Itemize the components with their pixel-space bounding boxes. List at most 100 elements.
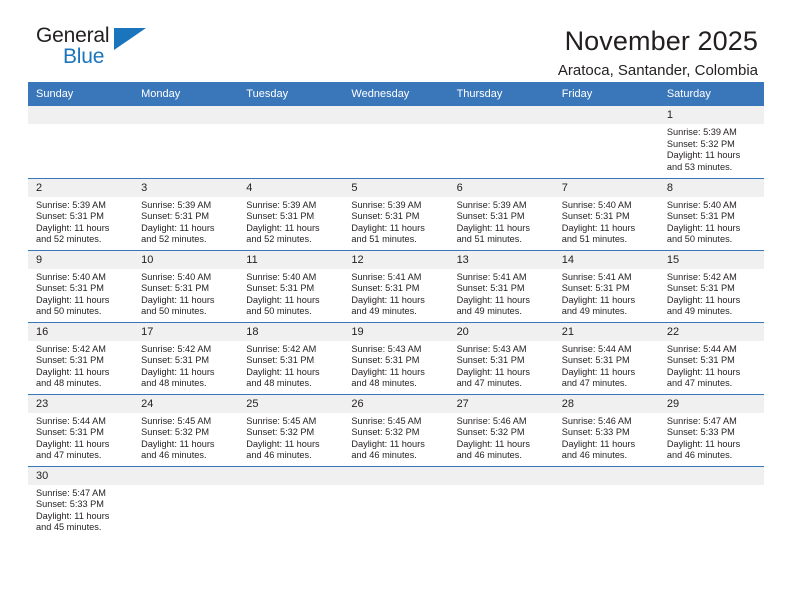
day-number: 21 [553, 322, 659, 341]
day-details: Sunrise: 5:45 AM Sunset: 5:32 PM Daylight:… [238, 413, 343, 462]
daylight-text-line1: Daylight: 11 hours [36, 438, 110, 449]
calendar-day-cell-empty [343, 106, 449, 178]
calendar-day-cell[interactable]: 7 Sunrise: 5:40 AM Sunset: 5:31 PM Daylight… [553, 177, 659, 250]
sunset-text: Sunset: 5:31 PM [141, 283, 210, 294]
daylight-text-line2: and 49 minutes. [351, 306, 417, 317]
day-number [133, 466, 239, 485]
calendar-day-cell[interactable]: 12 Sunrise: 5:41 AM Sunset: 5:31 PM Dayligh… [343, 249, 449, 322]
sunrise-text: Sunrise: 5:42 AM [246, 343, 317, 354]
calendar-day-cell[interactable]: 21 Sunrise: 5:44 AM Sunset: 5:31 PM Dayligh… [553, 321, 659, 394]
calendar-day-cell[interactable]: 20 Sunrise: 5:43 AM Sunset: 5:31 PM Dayligh… [448, 321, 554, 394]
sunset-text: Sunset: 5:32 PM [141, 427, 210, 438]
sunset-text: Sunset: 5:31 PM [456, 211, 525, 222]
sunrise-text: Sunrise: 5:43 AM [351, 343, 422, 354]
day-number [658, 466, 764, 485]
day-details: Sunrise: 5:39 AM Sunset: 5:31 PM Daylight:… [343, 197, 448, 246]
day-details: Sunrise: 5:40 AM Sunset: 5:31 PM Daylight:… [238, 269, 343, 318]
calendar-day-cell[interactable]: 18 Sunrise: 5:42 AM Sunset: 5:31 PM Dayligh… [238, 321, 344, 394]
calendar-day-cell[interactable]: 28 Sunrise: 5:46 AM Sunset: 5:33 PM Dayligh… [553, 393, 659, 466]
day-number: 4 [238, 178, 344, 197]
calendar-day-cell[interactable]: 5 Sunrise: 5:39 AM Sunset: 5:31 PM Daylight… [343, 177, 449, 250]
calendar-day-cell[interactable]: 11 Sunrise: 5:40 AM Sunset: 5:31 PM Dayligh… [238, 249, 344, 322]
daylight-text-line1: Daylight: 11 hours [666, 222, 741, 233]
daylight-text-line2: and 50 minutes. [141, 306, 207, 317]
sunrise-text: Sunrise: 5:39 AM [351, 199, 422, 210]
day-details: Sunrise: 5:39 AM Sunset: 5:31 PM Daylight:… [238, 197, 343, 246]
calendar-day-cell[interactable]: 27 Sunrise: 5:46 AM Sunset: 5:32 PM Dayligh… [448, 393, 554, 466]
day-details: Sunrise: 5:40 AM Sunset: 5:31 PM Daylight:… [554, 197, 659, 246]
day-details: Sunrise: 5:44 AM Sunset: 5:31 PM Daylight:… [659, 341, 764, 390]
weekday-header-friday: Friday [553, 82, 659, 106]
daylight-text-line2: and 49 minutes. [666, 306, 733, 317]
day-details: Sunrise: 5:39 AM Sunset: 5:31 PM Daylight:… [28, 197, 133, 246]
daylight-text-line2: and 53 minutes. [666, 161, 733, 172]
calendar-week-row: 1 Sunrise: 5:39 AM Sunset: 5:32 PM Daylight… [28, 106, 764, 178]
calendar-day-cell[interactable]: 4 Sunrise: 5:39 AM Sunset: 5:31 PM Daylight… [238, 177, 344, 250]
sunset-text: Sunset: 5:31 PM [36, 211, 104, 222]
title-block: November 2025 Aratoca, Santander, Colomb… [558, 24, 764, 82]
sunrise-text: Sunrise: 5:40 AM [246, 271, 317, 282]
sunset-text: Sunset: 5:32 PM [456, 427, 525, 438]
calendar-day-cell[interactable]: 15 Sunrise: 5:42 AM Sunset: 5:31 PM Dayligh… [658, 249, 764, 322]
day-number [553, 106, 659, 124]
calendar-day-cell[interactable]: 26 Sunrise: 5:45 AM Sunset: 5:32 PM Dayligh… [343, 393, 449, 466]
calendar-day-cell[interactable]: 10 Sunrise: 5:40 AM Sunset: 5:31 PM Dayligh… [133, 249, 239, 322]
calendar-day-cell[interactable]: 1 Sunrise: 5:39 AM Sunset: 5:32 PM Daylight… [658, 106, 764, 178]
calendar-day-cell[interactable]: 25 Sunrise: 5:45 AM Sunset: 5:32 PM Dayligh… [238, 393, 344, 466]
calendar-day-cell[interactable]: 8 Sunrise: 5:40 AM Sunset: 5:31 PM Daylight… [658, 177, 764, 250]
weekday-header-wednesday: Wednesday [343, 82, 449, 106]
day-number: 10 [133, 250, 239, 269]
daylight-text-line1: Daylight: 11 hours [561, 222, 636, 233]
sunset-text: Sunset: 5:31 PM [246, 211, 315, 222]
calendar-day-cell-empty [28, 106, 134, 178]
day-details: Sunrise: 5:41 AM Sunset: 5:31 PM Daylight:… [449, 269, 554, 318]
day-details: Sunrise: 5:44 AM Sunset: 5:31 PM Daylight:… [554, 341, 659, 390]
day-number: 7 [553, 178, 659, 197]
day-number [133, 106, 239, 124]
daylight-text-line1: Daylight: 11 hours [561, 294, 636, 305]
calendar-day-cell[interactable]: 9 Sunrise: 5:40 AM Sunset: 5:31 PM Daylight… [28, 249, 134, 322]
day-number: 18 [238, 322, 344, 341]
sunrise-text: Sunrise: 5:40 AM [666, 199, 737, 210]
daylight-text-line2: and 52 minutes. [141, 234, 207, 245]
calendar-day-cell[interactable]: 29 Sunrise: 5:47 AM Sunset: 5:33 PM Dayligh… [658, 393, 764, 466]
day-details: Sunrise: 5:41 AM Sunset: 5:31 PM Daylight:… [554, 269, 659, 318]
day-details: Sunrise: 5:42 AM Sunset: 5:31 PM Daylight:… [659, 269, 764, 318]
daylight-text-line2: and 46 minutes. [351, 450, 417, 461]
calendar-day-cell[interactable]: 24 Sunrise: 5:45 AM Sunset: 5:32 PM Dayligh… [133, 393, 239, 466]
daylight-text-line1: Daylight: 11 hours [561, 438, 636, 449]
sunrise-text: Sunrise: 5:44 AM [666, 343, 737, 354]
day-number [28, 106, 134, 124]
calendar-day-cell[interactable]: 14 Sunrise: 5:41 AM Sunset: 5:31 PM Dayligh… [553, 249, 659, 322]
calendar-day-cell-empty [553, 465, 659, 538]
sunset-text: Sunset: 5:31 PM [561, 211, 630, 222]
daylight-text-line1: Daylight: 11 hours [246, 438, 320, 449]
daylight-text-line2: and 47 minutes. [36, 450, 102, 461]
daylight-text-line2: and 45 minutes. [36, 522, 102, 533]
calendar-day-cell[interactable]: 13 Sunrise: 5:41 AM Sunset: 5:31 PM Dayligh… [448, 249, 554, 322]
calendar-day-cell[interactable]: 30 Sunrise: 5:47 AM Sunset: 5:33 PM Dayligh… [28, 465, 134, 538]
day-details: Sunrise: 5:44 AM Sunset: 5:31 PM Daylight:… [28, 413, 133, 462]
day-number: 29 [658, 394, 764, 413]
sunrise-text: Sunrise: 5:39 AM [456, 199, 527, 210]
daylight-text-line2: and 49 minutes. [456, 306, 522, 317]
day-details: Sunrise: 5:43 AM Sunset: 5:31 PM Daylight:… [449, 341, 554, 390]
calendar-day-cell[interactable]: 16 Sunrise: 5:42 AM Sunset: 5:31 PM Dayligh… [28, 321, 134, 394]
daylight-text-line1: Daylight: 11 hours [246, 222, 320, 233]
day-number: 27 [448, 394, 554, 413]
calendar-day-cell[interactable]: 19 Sunrise: 5:43 AM Sunset: 5:31 PM Dayligh… [343, 321, 449, 394]
weekday-header-sunday: Sunday [28, 82, 134, 106]
calendar-week-row: 30 Sunrise: 5:47 AM Sunset: 5:33 PM Dayligh… [28, 465, 764, 538]
day-number: 30 [28, 466, 134, 485]
calendar-day-cell[interactable]: 23 Sunrise: 5:44 AM Sunset: 5:31 PM Dayligh… [28, 393, 134, 466]
calendar-day-cell[interactable]: 3 Sunrise: 5:39 AM Sunset: 5:31 PM Daylight… [133, 177, 239, 250]
sunset-text: Sunset: 5:31 PM [141, 211, 210, 222]
daylight-text-line1: Daylight: 11 hours [36, 366, 110, 377]
calendar-day-cell[interactable]: 22 Sunrise: 5:44 AM Sunset: 5:31 PM Dayligh… [658, 321, 764, 394]
calendar-day-cell-empty [553, 106, 659, 178]
day-number [238, 106, 344, 124]
calendar-day-cell[interactable]: 17 Sunrise: 5:42 AM Sunset: 5:31 PM Dayligh… [133, 321, 239, 394]
calendar-day-cell-empty [448, 465, 554, 538]
calendar-day-cell[interactable]: 2 Sunrise: 5:39 AM Sunset: 5:31 PM Daylight… [28, 177, 134, 250]
calendar-day-cell[interactable]: 6 Sunrise: 5:39 AM Sunset: 5:31 PM Daylight… [448, 177, 554, 250]
